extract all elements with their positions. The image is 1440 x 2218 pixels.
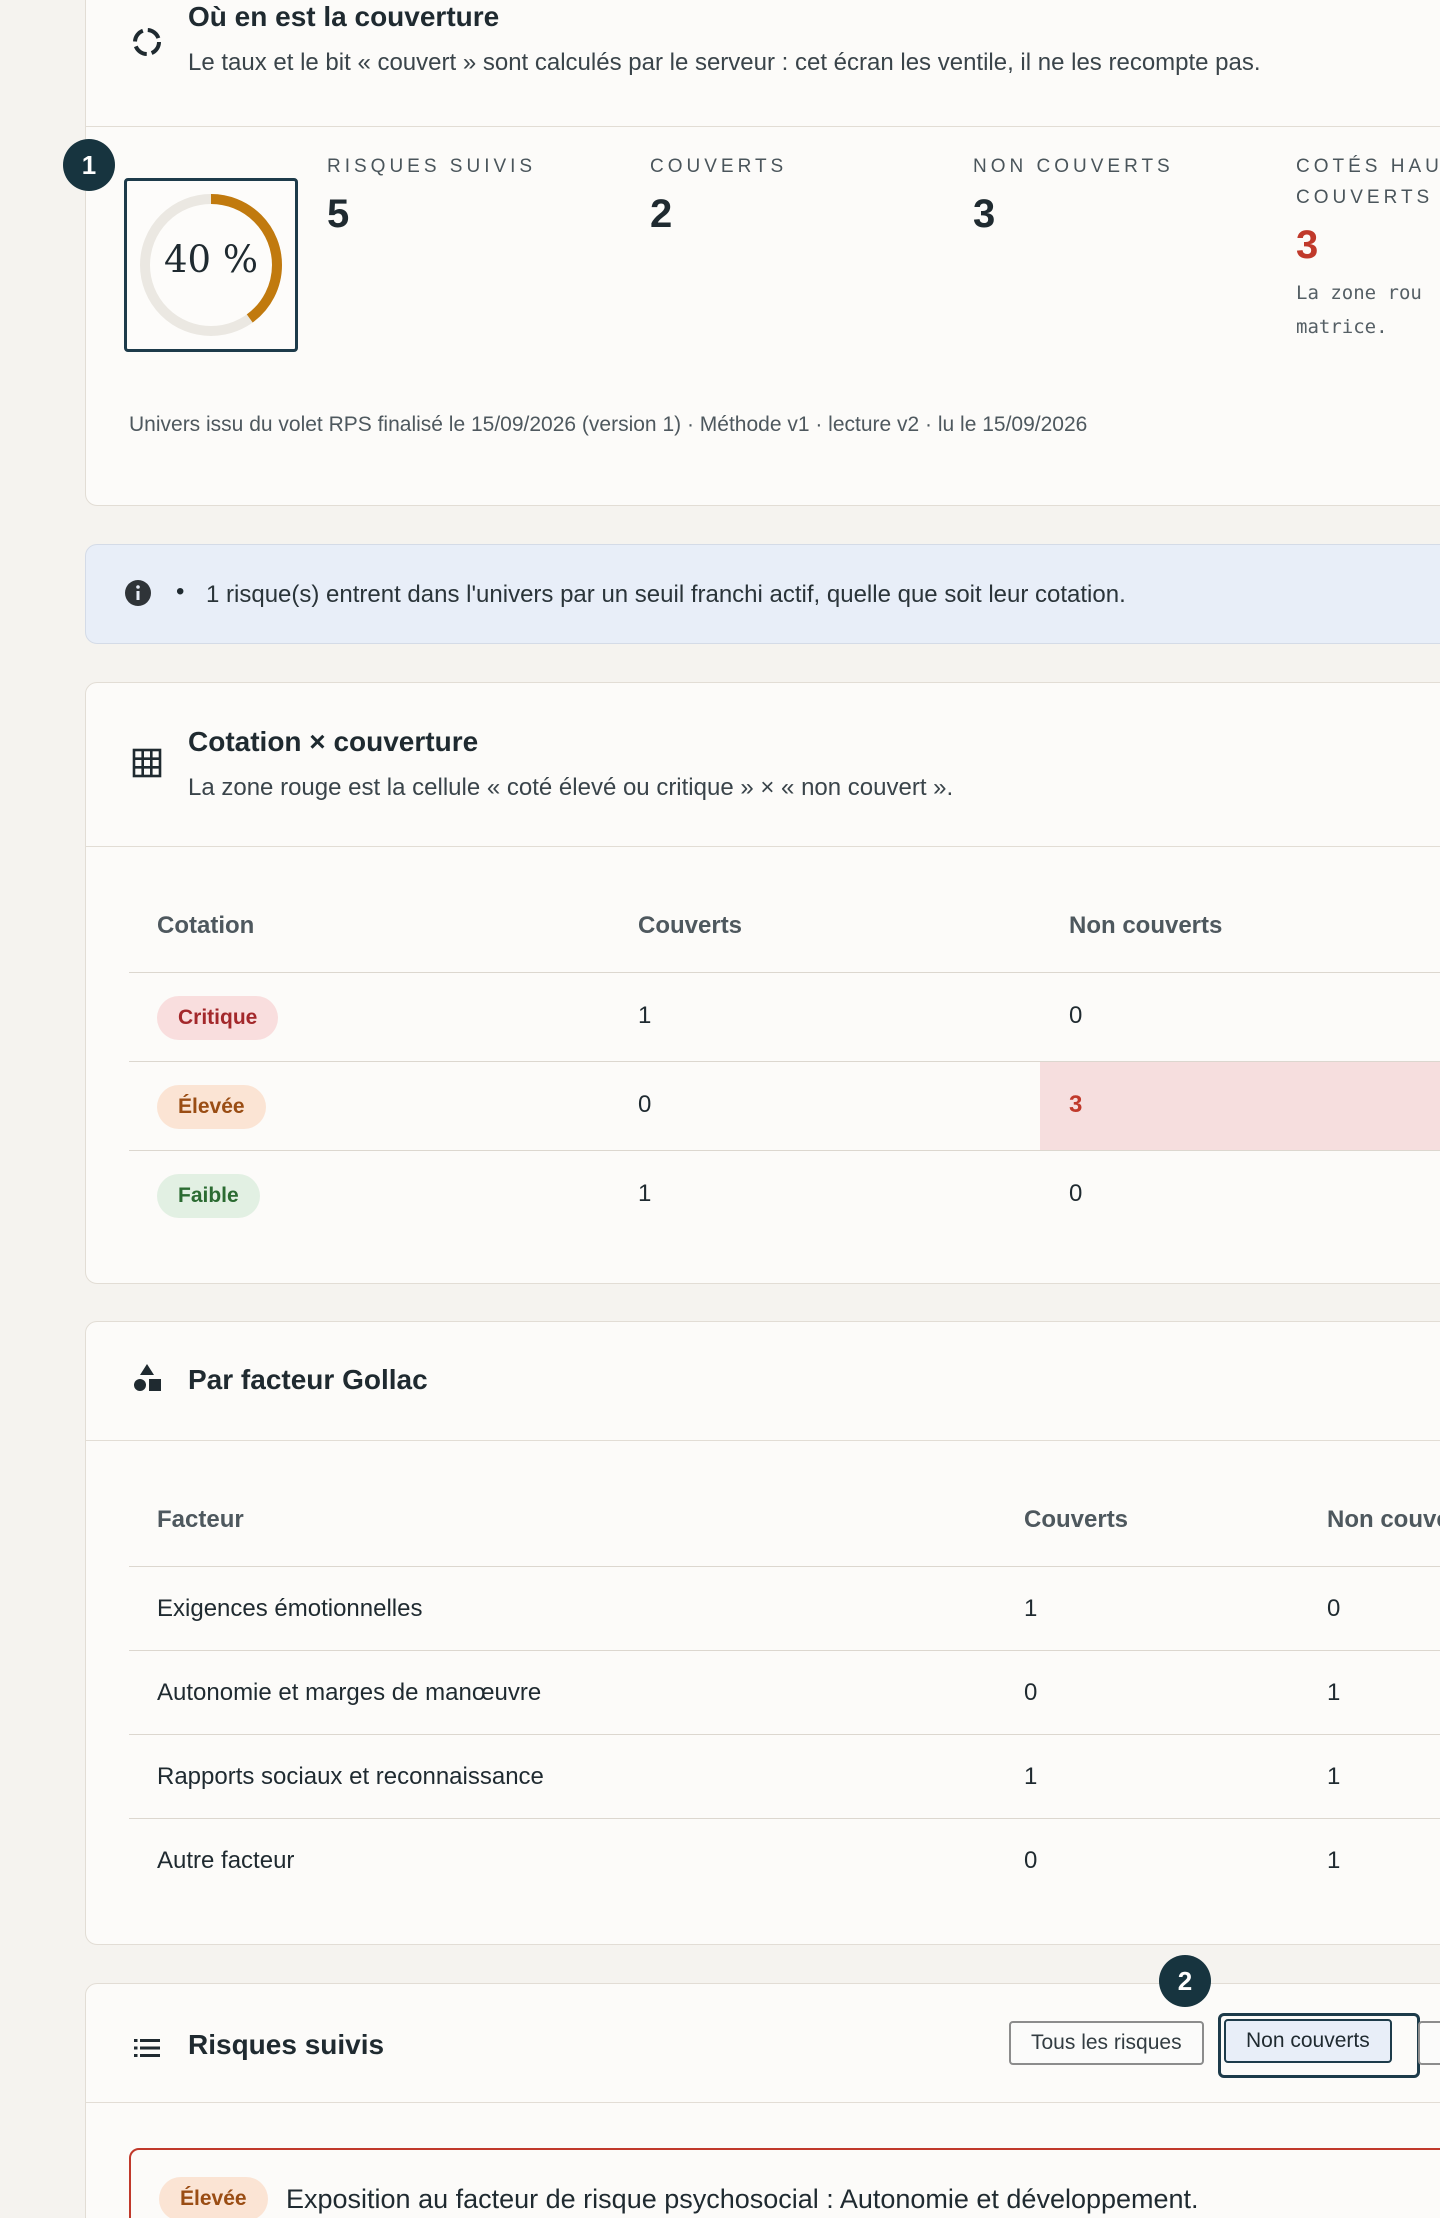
risk-badge-elevee: Élevée — [159, 2177, 268, 2218]
table-row: Faible 1 0 — [129, 1150, 1440, 1239]
grid-icon — [131, 747, 163, 784]
cell-non-couverts: 0 — [1327, 1595, 1341, 1622]
gollac-card: Par facteur Gollac Facteur Couverts Non … — [85, 1321, 1440, 1945]
step-marker-2: 2 — [1159, 1955, 1211, 2007]
cell-couverts: 1 — [638, 1180, 652, 1207]
table-row: Autonomie et marges de manœuvre 0 1 — [129, 1650, 1440, 1734]
stat-couverts: COUVERTS 2 — [650, 151, 950, 237]
cell-non-couverts: 1 — [1327, 1847, 1341, 1874]
step-marker-1: 1 — [63, 139, 115, 191]
risk-card[interactable]: Élevée Exposition au facteur de risque p… — [129, 2148, 1440, 2218]
cell-non-couverts: 1 — [1327, 1763, 1341, 1790]
risks-card: Risques suivis Tous les risques Non couv… — [85, 1983, 1440, 2218]
column-header-facteur: Facteur — [157, 1506, 244, 1533]
cell-couverts: 1 — [1024, 1595, 1038, 1622]
matrix-table: Cotation Couverts Non couverts Critique … — [129, 846, 1440, 1285]
gollac-table: Facteur Couverts Non couve Exigences émo… — [129, 1440, 1440, 1946]
matrix-title: Cotation × couverture — [188, 726, 479, 757]
risk-title[interactable]: Exposition au facteur de risque psychoso… — [286, 2184, 1199, 2215]
list-icon — [131, 2032, 163, 2069]
cell-couverts: 1 — [638, 1002, 652, 1029]
cell-couverts: 0 — [1024, 1679, 1038, 1706]
cell-facteur: Exigences émotionnelles — [157, 1595, 423, 1622]
badge-critique: Critique — [157, 996, 279, 1040]
stat-cotes-haut-couverts: COTÉS HAUT COUVERTS 3 La zone rou matric… — [1296, 151, 1440, 344]
progress-ring-icon — [131, 26, 163, 63]
cell-couverts: 1 — [1024, 1763, 1038, 1790]
coverage-ring: 40 % — [124, 178, 298, 352]
info-icon — [124, 579, 152, 612]
stat-label: NON COUVERTS — [973, 156, 1174, 177]
cell-non-couverts: 1 — [1327, 1679, 1341, 1706]
stat-label: COUVERTS — [650, 156, 788, 177]
cell-couverts: 0 — [638, 1091, 652, 1118]
stat-label: RISQUES SUIVIS — [327, 156, 537, 177]
coverage-title: Où en est la couverture — [188, 1, 500, 32]
divider — [86, 126, 1440, 127]
matrix-subtitle: La zone rouge est la cellule « coté élev… — [188, 774, 954, 801]
red-zone-cell — [1040, 1062, 1440, 1150]
cell-couverts: 0 — [1024, 1847, 1038, 1874]
badge-faible: Faible — [157, 1174, 260, 1218]
column-header-couverts: Couverts — [1024, 1506, 1129, 1533]
cell-facteur: Autre facteur — [157, 1847, 295, 1874]
coverage-subtitle: Le taux et le bit « couvert » sont calcu… — [188, 49, 1261, 76]
coverage-rate: 40 % — [164, 238, 258, 281]
coverage-meta: Univers issu du volet RPS finalisé le 15… — [129, 413, 1088, 436]
table-row: Rapports sociaux et reconnaissance 1 1 — [129, 1734, 1440, 1818]
stat-label-line2: COUVERTS — [1296, 187, 1434, 208]
info-bullet: • — [176, 578, 185, 605]
column-header-non-couverts: Non couverts — [1069, 912, 1223, 939]
stat-value-alert: 3 — [1296, 223, 1319, 267]
column-header-cotation: Cotation — [157, 912, 255, 939]
column-header-couverts: Couverts — [638, 912, 743, 939]
info-banner: • 1 risque(s) entrent dans l'univers par… — [85, 544, 1440, 644]
stat-label-line1: COTÉS HAUT — [1296, 156, 1440, 177]
shapes-icon — [131, 1362, 163, 1399]
gollac-title: Par facteur Gollac — [188, 1364, 428, 1395]
divider — [86, 2102, 1440, 2103]
filter-non-couverts[interactable]: Non couverts — [1224, 2019, 1392, 2063]
cell-non-couverts-alert: 3 — [1069, 1091, 1083, 1118]
column-header-non-couverts: Non couve — [1327, 1506, 1440, 1533]
stat-value: 5 — [327, 192, 350, 236]
cell-facteur: Autonomie et marges de manœuvre — [157, 1679, 542, 1706]
stat-non-couverts: NON COUVERTS 3 — [973, 151, 1273, 237]
stat-value: 2 — [650, 192, 673, 236]
filter-all-risks[interactable]: Tous les risques — [1009, 2021, 1204, 2065]
stat-note-line2: matrice. — [1296, 316, 1388, 338]
stat-value: 3 — [973, 192, 996, 236]
badge-elevee: Élevée — [157, 1085, 266, 1129]
stat-note-line1: La zone rou — [1296, 282, 1422, 304]
cell-non-couverts: 0 — [1069, 1002, 1083, 1029]
matrix-card: Cotation × couverture La zone rouge est … — [85, 682, 1440, 1284]
cell-facteur: Rapports sociaux et reconnaissance — [157, 1763, 544, 1790]
stat-risques-suivis: RISQUES SUIVIS 5 — [327, 151, 627, 237]
filter-more[interactable] — [1418, 2021, 1440, 2065]
risks-title: Risques suivis — [188, 2029, 385, 2060]
coverage-card: Où en est la couverture Le taux et le bi… — [85, 0, 1440, 506]
table-row: Critique 1 0 — [129, 972, 1440, 1061]
table-row: Élevée 0 3 — [129, 1061, 1440, 1150]
table-row: Exigences émotionnelles 1 0 — [129, 1566, 1440, 1650]
table-row: Autre facteur 0 1 — [129, 1818, 1440, 1902]
info-text: 1 risque(s) entrent dans l'univers par u… — [206, 581, 1126, 608]
cell-non-couverts: 0 — [1069, 1180, 1083, 1207]
